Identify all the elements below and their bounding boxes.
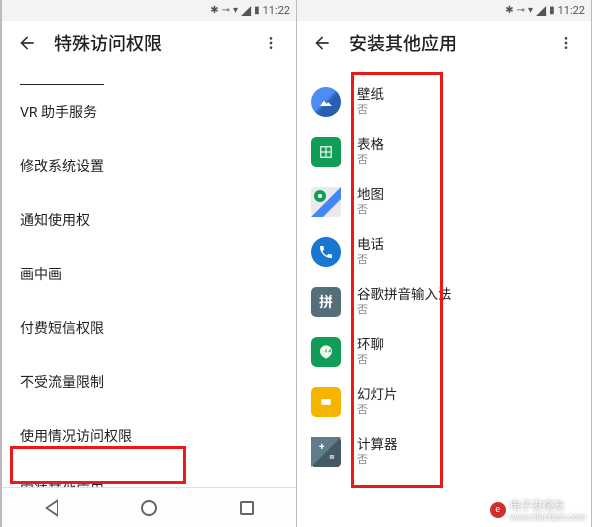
key-icon: ⊸: [222, 5, 230, 16]
bluetooth-icon: ✱: [210, 5, 218, 16]
signal-icon: ◢: [241, 3, 251, 18]
wallpaper-icon: [311, 87, 341, 117]
wifi-icon: ▾: [233, 5, 238, 16]
app-name: 地图: [357, 187, 384, 203]
list-item[interactable]: 使用情况访问权限: [2, 409, 296, 463]
slides-icon: [311, 387, 341, 417]
watermark-logo-icon: e: [490, 502, 506, 518]
settings-list: ▂▂▂▂▂▂ VR 助手服务 修改系统设置 通知使用权 画中画 付费短信权限 不…: [2, 65, 296, 517]
app-name: 壁纸: [357, 87, 384, 103]
list-item[interactable]: VR 助手服务: [2, 85, 296, 139]
phone-screen-left: ✱ ⊸ ▾ ◢ ▮ 11:22 特殊访问权限 ▂▂▂▂▂▂ VR 助手服务 修改…: [2, 0, 296, 527]
nav-recent-button[interactable]: [238, 499, 256, 517]
list-item[interactable]: 画中画: [2, 247, 296, 301]
app-status: 否: [357, 203, 384, 217]
phone-screen-right: ✱ ⊸ ▾ ◢ ▮ 11:22 安装其他应用 壁纸 否: [297, 0, 591, 527]
status-time: 11:22: [263, 4, 290, 17]
nav-back-button[interactable]: [42, 499, 60, 517]
wifi-icon: ▾: [528, 5, 533, 16]
app-status: 否: [357, 103, 384, 117]
maps-icon: [311, 187, 341, 217]
app-name: 谷歌拼音输入法: [357, 287, 452, 303]
bluetooth-icon: ✱: [505, 5, 513, 16]
battery-icon: ▮: [549, 5, 555, 16]
page-title: 特殊访问权限: [54, 30, 254, 56]
app-row[interactable]: 地图 否: [297, 177, 591, 227]
more-vert-icon: [263, 35, 279, 51]
app-header: 特殊访问权限: [2, 21, 296, 65]
list-item[interactable]: 通知使用权: [2, 193, 296, 247]
app-row[interactable]: 环聊 否: [297, 327, 591, 377]
app-status: 否: [357, 253, 384, 267]
app-name: 环聊: [357, 337, 384, 353]
watermark: e 电子发烧友 www.elecfans.com: [490, 497, 586, 523]
app-row[interactable]: 表格 否: [297, 127, 591, 177]
app-status: 否: [357, 353, 384, 367]
pinyin-icon: 拼: [311, 287, 341, 317]
app-name: 电话: [357, 237, 384, 253]
page-title: 安装其他应用: [349, 30, 549, 56]
list-item[interactable]: 修改系统设置: [2, 139, 296, 193]
app-row[interactable]: 壁纸 否: [297, 77, 591, 127]
phone-icon: [311, 237, 341, 267]
sheets-icon: [311, 137, 341, 167]
nav-home-button[interactable]: [140, 499, 158, 517]
app-header: 安装其他应用: [297, 21, 591, 65]
list-item[interactable]: 付费短信权限: [2, 301, 296, 355]
status-time: 11:22: [558, 4, 585, 17]
status-bar: ✱ ⊸ ▾ ◢ ▮ 11:22: [2, 0, 296, 21]
app-row[interactable]: 拼 谷歌拼音输入法 否: [297, 277, 591, 327]
navigation-bar: [2, 487, 296, 527]
app-name: 幻灯片: [357, 387, 398, 403]
list-item[interactable]: ▂▂▂▂▂▂: [2, 71, 296, 85]
app-row[interactable]: 电话 否: [297, 227, 591, 277]
more-button[interactable]: [254, 35, 288, 51]
svg-text:+: +: [319, 442, 325, 453]
app-status: 否: [357, 153, 384, 167]
app-row[interactable]: 幻灯片 否: [297, 377, 591, 427]
signal-icon: ◢: [536, 3, 546, 18]
app-status: 否: [357, 403, 398, 417]
key-icon: ⊸: [517, 5, 525, 16]
more-button[interactable]: [549, 35, 583, 51]
calculator-icon: +=: [311, 437, 341, 467]
app-row[interactable]: += 计算器 否: [297, 427, 591, 477]
watermark-url: www.elecfans.com: [510, 513, 586, 523]
back-button[interactable]: [305, 26, 339, 60]
watermark-text: 电子发烧友: [510, 497, 586, 513]
list-item[interactable]: 不受流量限制: [2, 355, 296, 409]
more-vert-icon: [558, 35, 574, 51]
app-name: 计算器: [357, 437, 398, 453]
svg-text:=: =: [329, 452, 335, 463]
app-status: 否: [357, 303, 452, 317]
battery-icon: ▮: [254, 5, 260, 16]
app-status: 否: [357, 453, 398, 467]
hangouts-icon: [311, 337, 341, 367]
status-bar: ✱ ⊸ ▾ ◢ ▮ 11:22: [297, 0, 591, 21]
arrow-back-icon: [17, 33, 37, 53]
app-list: 壁纸 否 表格 否 地图 否: [297, 65, 591, 477]
app-name: 表格: [357, 137, 384, 153]
arrow-back-icon: [312, 33, 332, 53]
back-button[interactable]: [10, 26, 44, 60]
